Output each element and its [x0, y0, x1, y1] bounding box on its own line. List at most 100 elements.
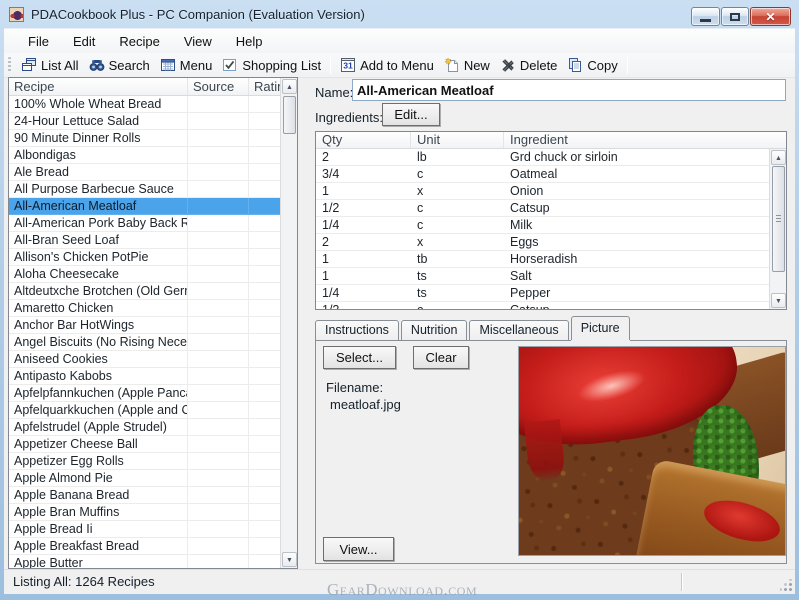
- close-icon: ✕: [765, 11, 775, 23]
- recipe-name-cell: All Purpose Barbecue Sauce: [9, 181, 188, 198]
- recipe-source-cell: [188, 249, 249, 266]
- recipe-row[interactable]: Appetizer Egg Rolls: [9, 453, 297, 470]
- column-header-ingredient[interactable]: Ingredient: [504, 132, 786, 148]
- recipe-row[interactable]: Aniseed Cookies: [9, 351, 297, 368]
- scroll-thumb[interactable]: [772, 166, 785, 272]
- clear-picture-button[interactable]: Clear: [413, 346, 469, 369]
- edit-ingredients-button[interactable]: Edit...: [382, 103, 440, 126]
- maximize-button[interactable]: [721, 7, 749, 26]
- recipe-row[interactable]: Apfelstrudel (Apple Strudel): [9, 419, 297, 436]
- menu-button[interactable]: Menu: [155, 55, 218, 75]
- recipe-name-cell: 24-Hour Lettuce Salad: [9, 113, 188, 130]
- recipe-row[interactable]: Allison's Chicken PotPie: [9, 249, 297, 266]
- list-all-button[interactable]: List All: [16, 55, 84, 75]
- recipe-row[interactable]: All-Bran Seed Loaf: [9, 232, 297, 249]
- recipe-row[interactable]: Appetizer Cheese Ball: [9, 436, 297, 453]
- shopping-list-button[interactable]: Shopping List: [217, 55, 326, 75]
- toolbar-grip[interactable]: [8, 57, 11, 73]
- new-page-icon: [444, 57, 460, 73]
- menu-item[interactable]: Recipe: [107, 30, 171, 53]
- recipe-row[interactable]: Anchor Bar HotWings: [9, 317, 297, 334]
- recipe-row[interactable]: Aloha Cheesecake: [9, 266, 297, 283]
- recipe-name-cell: Aloha Cheesecake: [9, 266, 188, 283]
- tab[interactable]: Instructions: [315, 320, 399, 340]
- recipe-row[interactable]: Apple Bread Ii: [9, 521, 297, 538]
- ingredient-row[interactable]: 1/2 c Catsup: [316, 302, 769, 309]
- copy-button[interactable]: Copy: [562, 55, 622, 75]
- recipe-name-cell: Apple Almond Pie: [9, 470, 188, 487]
- tab[interactable]: Picture: [571, 316, 630, 340]
- qty-cell: 1/2: [316, 302, 411, 309]
- close-button[interactable]: ✕: [750, 7, 791, 26]
- ingredient-cell: Catsup: [504, 200, 769, 217]
- recipe-row[interactable]: Antipasto Kabobs: [9, 368, 297, 385]
- tab[interactable]: Nutrition: [401, 320, 468, 340]
- ingredient-row[interactable]: 1 tb Horseradish: [316, 251, 769, 268]
- scroll-up-icon[interactable]: ▲: [282, 79, 297, 94]
- recipe-row[interactable]: Apple Almond Pie: [9, 470, 297, 487]
- ingredient-row[interactable]: 1/4 c Milk: [316, 217, 769, 234]
- menu-item[interactable]: File: [16, 30, 61, 53]
- recipe-source-cell: [188, 96, 249, 113]
- menu-bar: FileEditRecipeViewHelp: [4, 29, 795, 53]
- menu-item[interactable]: Edit: [61, 30, 107, 53]
- recipe-name-cell: Apfelquarkkuchen (Apple and Crea: [9, 402, 188, 419]
- recipe-row[interactable]: Albondigas: [9, 147, 297, 164]
- ingredient-row[interactable]: 1/4 ts Pepper: [316, 285, 769, 302]
- recipe-source-cell: [188, 215, 249, 232]
- recipe-row[interactable]: 24-Hour Lettuce Salad: [9, 113, 297, 130]
- recipe-row[interactable]: Apple Butter: [9, 555, 297, 568]
- delete-button[interactable]: Delete: [495, 55, 563, 75]
- column-header-source[interactable]: Source: [188, 78, 249, 95]
- recipe-row[interactable]: 100% Whole Wheat Bread: [9, 96, 297, 113]
- ingredient-row[interactable]: 2 lb Grd chuck or sirloin: [316, 149, 769, 166]
- recipe-row[interactable]: Altdeutxche Brotchen (Old German R: [9, 283, 297, 300]
- ingredients-scrollbar[interactable]: ▲ ▼: [769, 149, 786, 309]
- recipe-source-cell: [188, 232, 249, 249]
- recipe-row[interactable]: Angel Biscuits (No Rising Necessar: [9, 334, 297, 351]
- recipe-name-cell: Apple Banana Bread: [9, 487, 188, 504]
- app-icon: [9, 7, 24, 22]
- recipe-row[interactable]: Apple Breakfast Bread: [9, 538, 297, 555]
- column-header-recipe[interactable]: Recipe: [9, 78, 188, 95]
- recipe-row[interactable]: 90 Minute Dinner Rolls: [9, 130, 297, 147]
- recipe-row[interactable]: All-American Meatloaf: [9, 198, 297, 215]
- new-button[interactable]: New: [439, 55, 495, 75]
- recipe-row[interactable]: Ale Bread: [9, 164, 297, 181]
- recipe-list-scrollbar[interactable]: ▲ ▼: [280, 78, 297, 568]
- column-header-qty[interactable]: Qty: [316, 132, 411, 148]
- recipe-name-input[interactable]: [352, 79, 786, 101]
- tab[interactable]: Miscellaneous: [469, 320, 568, 340]
- qty-cell: 1/4: [316, 285, 411, 302]
- minimize-button[interactable]: [691, 7, 720, 26]
- ingredient-cell: Eggs: [504, 234, 769, 251]
- resize-grip-icon[interactable]: [780, 579, 793, 592]
- recipe-name-cell: All-Bran Seed Loaf: [9, 232, 188, 249]
- menu-item[interactable]: View: [172, 30, 224, 53]
- view-picture-button[interactable]: View...: [323, 537, 394, 561]
- recipe-row[interactable]: Apfelpfannkuchen (Apple Pancakes): [9, 385, 297, 402]
- recipe-row[interactable]: Apfelquarkkuchen (Apple and Crea: [9, 402, 297, 419]
- add-to-menu-button[interactable]: 31 Add to Menu: [335, 55, 439, 75]
- recipe-row[interactable]: All Purpose Barbecue Sauce: [9, 181, 297, 198]
- recipe-source-cell: [188, 504, 249, 521]
- scroll-up-icon[interactable]: ▲: [771, 150, 786, 165]
- name-label: Name:: [315, 85, 353, 100]
- scroll-down-icon[interactable]: ▼: [771, 293, 786, 308]
- recipe-row[interactable]: All-American Pork Baby Back Ribs: [9, 215, 297, 232]
- recipe-row[interactable]: Apple Bran Muffins: [9, 504, 297, 521]
- column-header-unit[interactable]: Unit: [411, 132, 504, 148]
- scroll-down-icon[interactable]: ▼: [282, 552, 297, 567]
- menu-item[interactable]: Help: [224, 30, 275, 53]
- recipe-row[interactable]: Amaretto Chicken: [9, 300, 297, 317]
- ingredient-row[interactable]: 1 ts Salt: [316, 268, 769, 285]
- ingredient-row[interactable]: 3/4 c Oatmeal: [316, 166, 769, 183]
- search-button[interactable]: Search: [84, 55, 155, 75]
- select-picture-button[interactable]: Select...: [323, 346, 396, 369]
- scroll-thumb[interactable]: [283, 96, 296, 134]
- unit-cell: c: [411, 217, 504, 234]
- recipe-row[interactable]: Apple Banana Bread: [9, 487, 297, 504]
- ingredient-row[interactable]: 1/2 c Catsup: [316, 200, 769, 217]
- ingredient-row[interactable]: 1 x Onion: [316, 183, 769, 200]
- ingredient-row[interactable]: 2 x Eggs: [316, 234, 769, 251]
